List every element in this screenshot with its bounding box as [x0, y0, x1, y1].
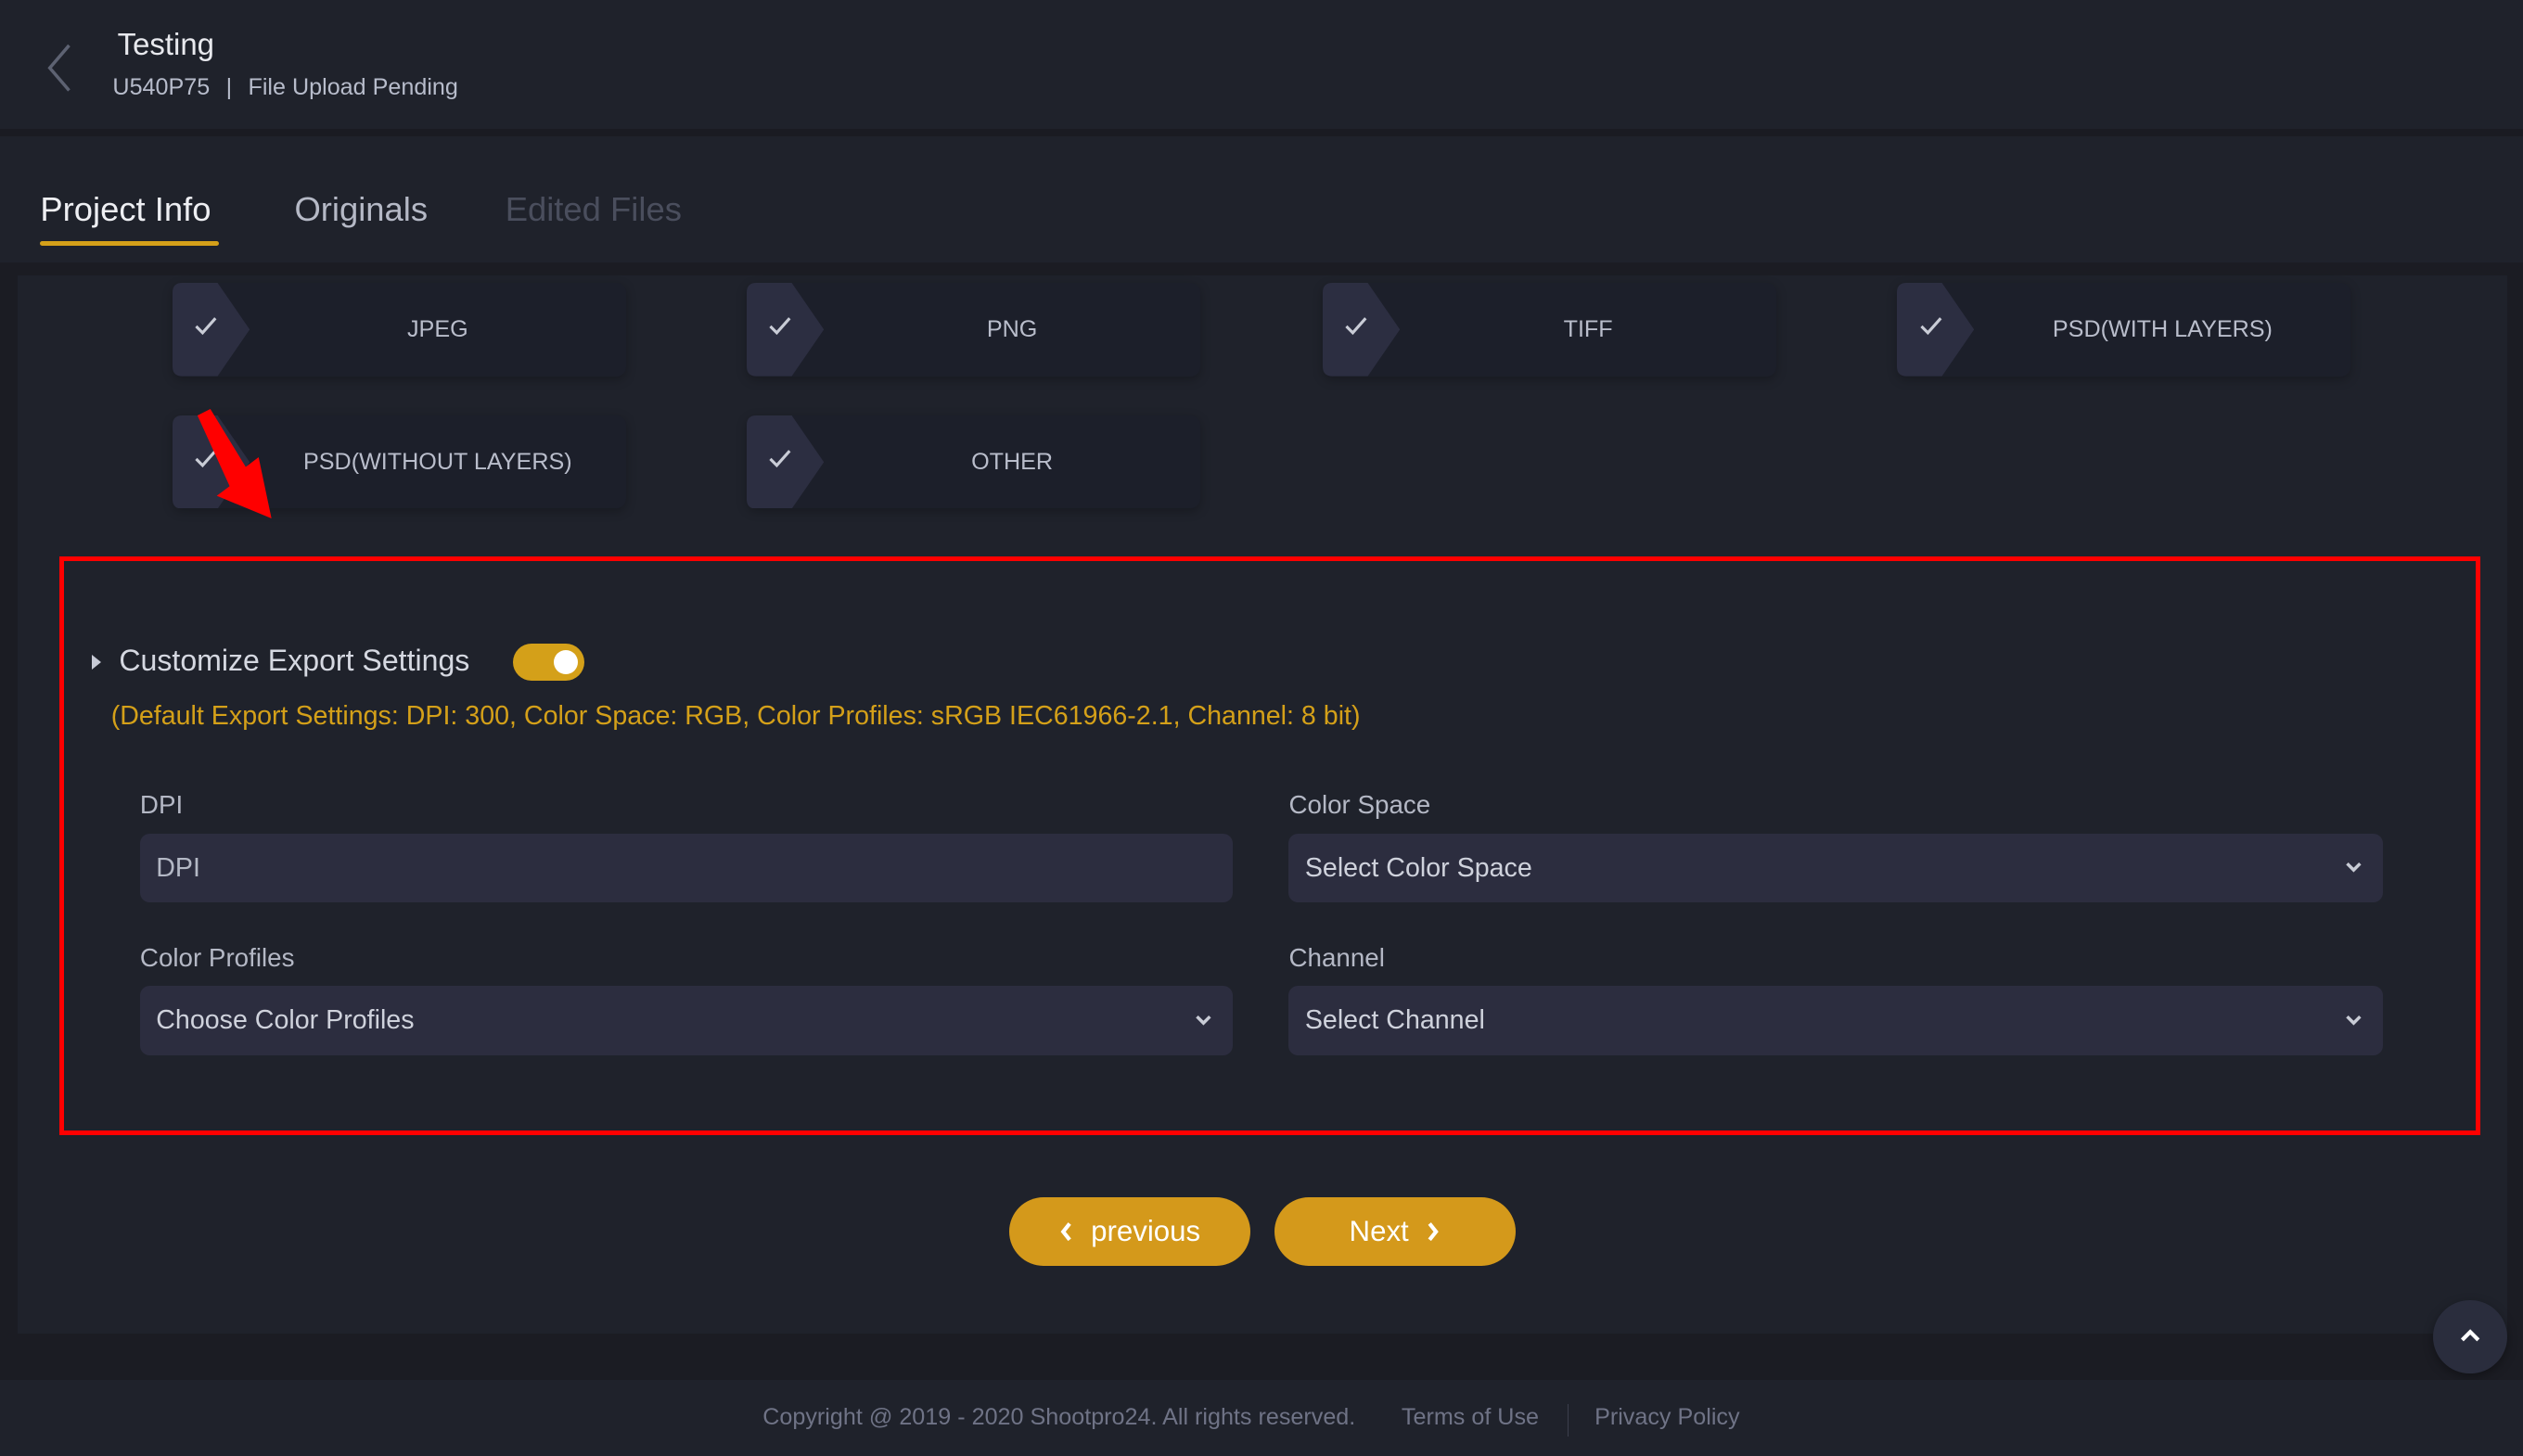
chevron-down-icon — [1196, 1015, 1211, 1026]
format-card-other[interactable]: OTHER — [746, 415, 1201, 509]
tab-originals[interactable]: Originals — [294, 190, 428, 229]
dpi-placeholder: DPI — [156, 852, 200, 883]
chevron-down-icon — [2346, 1015, 2363, 1026]
format-card-png[interactable]: PNG — [746, 283, 1201, 377]
color-profiles-select[interactable]: Choose Color Profiles — [139, 986, 1233, 1055]
project-title: Testing — [117, 27, 214, 62]
color-space-label: Color Space — [1288, 789, 1431, 819]
scroll-to-top-button[interactable] — [2432, 1299, 2507, 1374]
color-space-select[interactable]: Select Color Space — [1288, 833, 2384, 903]
active-tab-indicator — [40, 241, 219, 247]
header-divider — [0, 128, 2523, 137]
customize-export-label[interactable]: Customize Export Settings — [119, 644, 469, 678]
terms-of-use-link[interactable]: Terms of Use — [1402, 1404, 1539, 1431]
channel-label: Channel — [1288, 942, 1385, 972]
format-label: JPEG — [406, 316, 468, 343]
chevron-up-icon — [2460, 1329, 2479, 1342]
tab-edited-files: Edited Files — [505, 189, 682, 228]
format-card-tiff[interactable]: TIFF — [1322, 283, 1777, 377]
format-label: TIFF — [1563, 316, 1613, 343]
check-icon — [195, 449, 217, 467]
tab-bar: Project Info Originals Edited Files — [0, 136, 2523, 262]
default-export-settings-text: (Default Export Settings: DPI: 300, Colo… — [110, 701, 1361, 732]
format-card-psd-without-layers[interactable]: PSD(WITHOUT LAYERS) — [172, 415, 626, 509]
color-space-value: Select Color Space — [1304, 852, 1532, 883]
format-card-psd-with-layers[interactable]: PSD(WITH LAYERS) — [1897, 283, 2351, 377]
dpi-input[interactable]: DPI — [139, 833, 1233, 903]
check-icon — [769, 317, 791, 336]
channel-value: Select Channel — [1304, 1005, 1485, 1036]
top-bar: Testing U540P75 | File Upload Pending — [0, 0, 2523, 129]
subtitle-separator: | — [225, 73, 233, 100]
app-page: Testing U540P75 | File Upload Pending Proj… — [0, 0, 2523, 1456]
check-icon — [1345, 317, 1367, 336]
check-icon — [769, 449, 791, 467]
next-button[interactable]: Next — [1274, 1196, 1517, 1267]
project-subtitle: U540P75 | File Upload Pending — [112, 74, 457, 101]
previous-label: previous — [1091, 1214, 1201, 1247]
dpi-label: DPI — [139, 789, 184, 819]
next-label: Next — [1349, 1214, 1409, 1247]
check-icon — [195, 317, 217, 336]
project-code: U540P75 — [112, 73, 211, 100]
format-label: OTHER — [971, 448, 1054, 475]
footer-divider — [1567, 1404, 1569, 1437]
chevron-right-icon — [1428, 1221, 1439, 1241]
format-label: PSD(WITH LAYERS) — [2052, 316, 2273, 343]
caret-right-icon[interactable] — [91, 655, 101, 671]
format-label: PNG — [986, 316, 1038, 343]
color-profiles-label: Color Profiles — [139, 942, 295, 972]
channel-select[interactable]: Select Channel — [1288, 986, 2384, 1055]
format-label: PSD(WITHOUT LAYERS) — [303, 448, 572, 475]
copyright-text: Copyright @ 2019 - 2020 Shootpro24. All … — [762, 1404, 1356, 1431]
privacy-policy-link[interactable]: Privacy Policy — [1594, 1404, 1739, 1431]
check-icon — [1920, 317, 1942, 336]
tab-project-info[interactable]: Project Info — [40, 190, 211, 229]
chevron-down-icon — [2346, 862, 2363, 873]
customize-export-toggle[interactable] — [513, 643, 584, 681]
previous-button[interactable]: previous — [1008, 1196, 1250, 1267]
chevron-left-icon — [1060, 1221, 1072, 1241]
project-status: File Upload Pending — [248, 73, 458, 100]
toggle-knob — [553, 649, 578, 674]
format-card-jpeg[interactable]: JPEG — [172, 283, 626, 377]
back-button[interactable] — [42, 39, 81, 96]
color-profiles-value: Choose Color Profiles — [156, 1005, 415, 1036]
footer: Copyright @ 2019 - 2020 Shootpro24. All … — [0, 1380, 2523, 1456]
chevron-left-icon — [47, 44, 70, 92]
